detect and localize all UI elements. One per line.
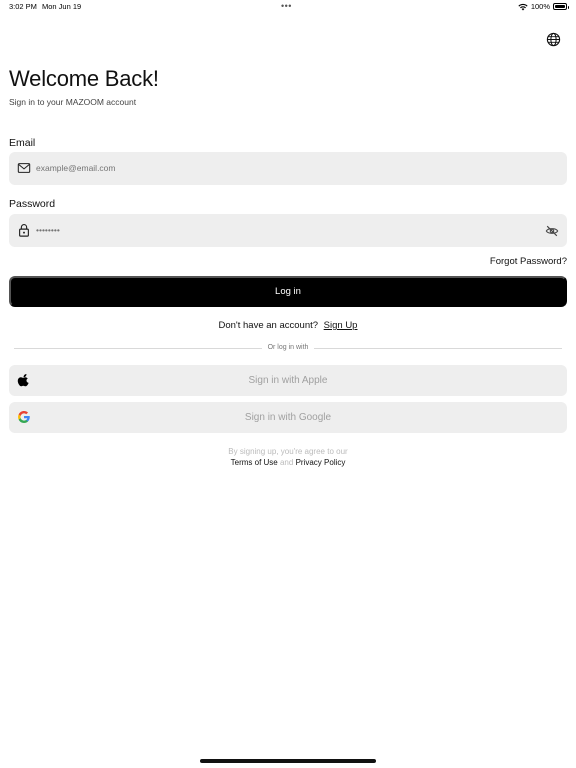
- email-label: Email: [9, 137, 36, 149]
- password-input[interactable]: [36, 214, 516, 247]
- status-date: Mon Jun 19: [42, 2, 82, 11]
- globe-icon[interactable]: [546, 32, 561, 47]
- battery-icon: [553, 3, 569, 10]
- divider-line-right: [314, 348, 562, 349]
- google-signin-label: Sign in with Google: [244, 412, 332, 423]
- apple-signin-label: Sign in with Apple: [248, 375, 328, 386]
- battery-fill: [555, 5, 565, 8]
- status-bar: 3:02 PM Mon Jun 19 ••• 100%: [0, 0, 576, 14]
- signup-prompt: Don't have an account?: [218, 320, 319, 331]
- apple-signin-button[interactable]: Sign in with Apple: [9, 365, 567, 396]
- signup-row: Don't have an account? Sign Up: [0, 320, 576, 331]
- privacy-policy-link[interactable]: Privacy Policy: [296, 458, 346, 467]
- mail-icon: [17, 163, 31, 173]
- email-field[interactable]: [9, 152, 567, 185]
- password-field[interactable]: [9, 214, 567, 247]
- page-title: Welcome Back!: [9, 66, 159, 91]
- battery-percentage: 100%: [530, 2, 550, 11]
- legal-links: Terms of Use and Privacy Policy: [0, 457, 576, 468]
- wifi-icon: [518, 3, 528, 10]
- status-time: 3:02 PM: [9, 2, 37, 11]
- page-subtitle: Sign in to your MAZOOM account: [9, 97, 137, 107]
- signup-link[interactable]: Sign Up: [324, 320, 358, 331]
- home-indicator[interactable]: [200, 759, 376, 763]
- divider: Or log in with: [14, 343, 562, 354]
- multitasking-dots[interactable]: •••: [281, 1, 292, 11]
- status-right: 100%: [518, 2, 569, 11]
- forgot-password-link[interactable]: Forgot Password?: [490, 256, 567, 267]
- email-input[interactable]: [36, 152, 516, 185]
- legal-and: and: [279, 458, 294, 467]
- legal-prefix: By signing up, you're agree to our: [228, 447, 348, 456]
- terms-of-use-link[interactable]: Terms of Use: [231, 458, 278, 467]
- google-signin-button[interactable]: Sign in with Google: [9, 402, 567, 433]
- password-label: Password: [9, 198, 56, 210]
- eye-off-icon[interactable]: [545, 224, 559, 238]
- legal-text: By signing up, you're agree to our Terms…: [0, 446, 576, 468]
- login-screen: 3:02 PM Mon Jun 19 ••• 100% Welcome Back…: [0, 0, 576, 768]
- login-button[interactable]: Log in: [9, 276, 567, 307]
- lock-icon: [19, 224, 29, 237]
